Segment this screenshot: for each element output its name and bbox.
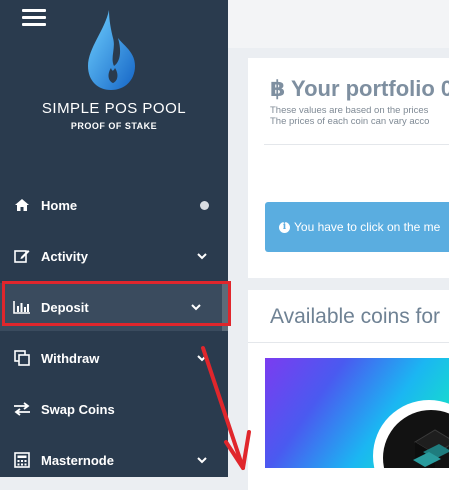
annotation-arrow-icon <box>201 346 251 470</box>
